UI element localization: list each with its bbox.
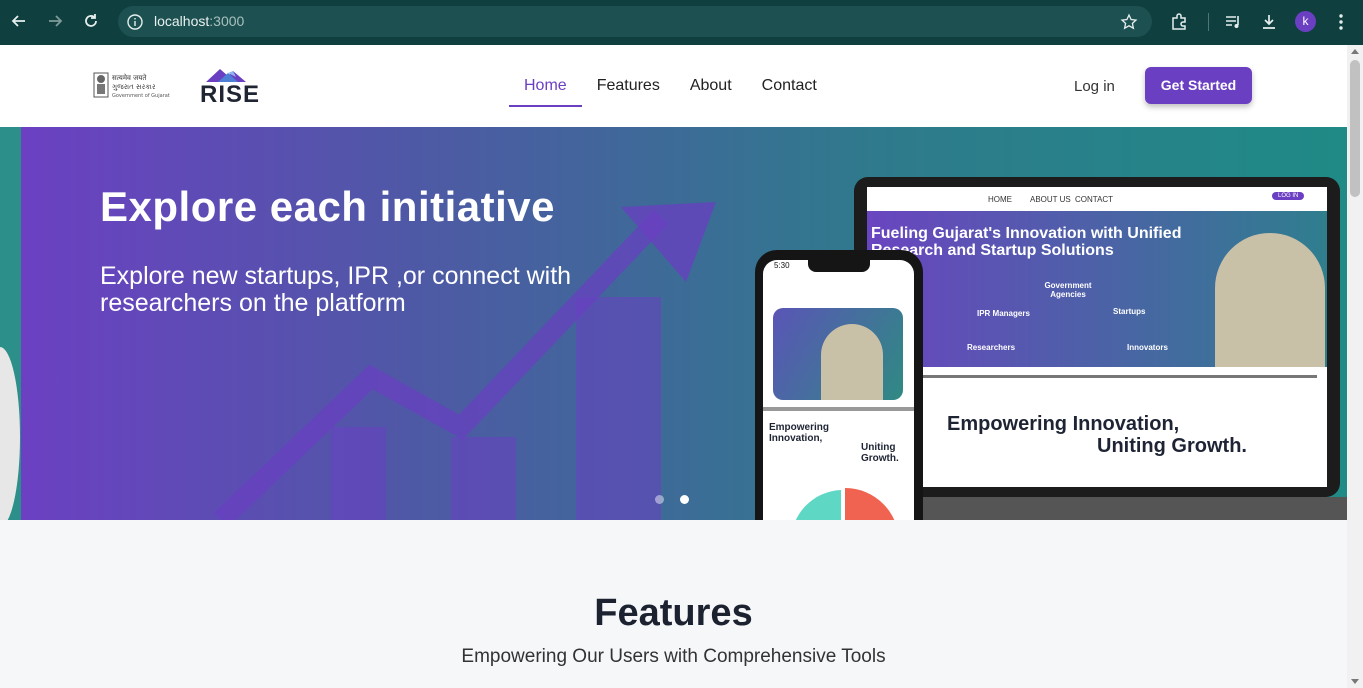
laptop-mock-hero: Fueling Gujarat's Innovation with Unifie… — [867, 211, 1327, 367]
phone-pie-chart-graphic — [795, 488, 895, 520]
rise-logo[interactable]: RISE — [198, 65, 266, 108]
scroll-up-arrow-icon[interactable] — [1351, 49, 1359, 54]
site-header: सत्यमेव जयते ગુજરાત સરકાર Government of … — [0, 45, 1347, 127]
phone-mockup-image: 5:30 Empowering Innovation, Uniting Grow… — [755, 250, 923, 520]
nav-contact[interactable]: Contact — [747, 45, 832, 107]
scrollbar-thumb[interactable] — [1350, 60, 1360, 197]
carousel-dot-1[interactable] — [655, 495, 664, 504]
page-viewport: सत्यमेव जयते ગુજરાત સરકાર Government of … — [0, 45, 1347, 688]
laptop-login-badge: LOG IN — [1272, 192, 1305, 200]
hero-title: Explore each initiative — [100, 183, 556, 230]
previous-slide-peek — [0, 127, 21, 520]
phone-time: 5:30 — [774, 261, 790, 270]
phone-hero-image — [773, 308, 903, 400]
features-title: Features — [594, 592, 753, 634]
features-section: Features Empowering Our Users with Compr… — [0, 520, 1347, 688]
carousel-indicators — [655, 495, 689, 504]
phone-tagline-1: Empowering Innovation, — [769, 422, 830, 444]
laptop-nav-home: HOME — [988, 195, 1012, 204]
label-researchers: Researchers — [967, 343, 1016, 352]
login-link[interactable]: Log in — [1074, 78, 1115, 95]
hero-subtitle: Explore new startups, IPR ,or connect wi… — [100, 262, 572, 317]
portrait-photo — [1215, 233, 1325, 367]
toolbar-separator — [1208, 13, 1209, 31]
site-info-icon[interactable] — [126, 13, 144, 31]
extensions-icon[interactable] — [1168, 11, 1190, 33]
laptop-headline: Fueling Gujarat's Innovation with Unifie… — [871, 225, 1182, 259]
download-icon[interactable] — [1258, 11, 1280, 33]
menu-kebab-icon[interactable] — [1330, 11, 1352, 33]
profile-avatar[interactable]: k — [1295, 11, 1316, 32]
back-icon[interactable] — [7, 9, 31, 33]
url-text: localhost:3000 — [154, 13, 245, 29]
get-started-button[interactable]: Get Started — [1145, 67, 1252, 104]
laptop-tagline-2: Uniting Growth. — [1097, 435, 1247, 457]
reload-icon[interactable] — [79, 9, 103, 33]
nav-about[interactable]: About — [675, 45, 747, 107]
laptop-mock-tagline: Empowering Innovation, Uniting Growth. — [867, 367, 1327, 487]
carousel-dot-2[interactable] — [680, 495, 689, 504]
government-of-gujarat-logo[interactable]: सत्यमेव जयते ગુજરાત સરકાર Government of … — [92, 70, 172, 100]
laptop-tagline-1: Empowering Innovation, — [947, 413, 1180, 435]
rise-wordmark: RISE — [200, 81, 261, 108]
nav-home[interactable]: Home — [509, 45, 582, 107]
bookmark-star-icon[interactable] — [1120, 13, 1138, 36]
forward-icon[interactable] — [43, 9, 67, 33]
phone-tagline-2: Uniting Growth. — [861, 442, 899, 464]
label-government-agencies: Government Agencies — [1044, 281, 1092, 299]
laptop-mock-nav: HOME ABOUT US CONTACT LOG IN — [867, 187, 1327, 211]
hero-carousel: Explore each initiative Explore new star… — [0, 127, 1347, 520]
laptop-keyboard — [880, 497, 1347, 520]
media-control-icon[interactable] — [1222, 11, 1244, 33]
page-scrollbar[interactable] — [1347, 45, 1363, 688]
label-ipr-managers: IPR Managers — [977, 309, 1030, 318]
browser-toolbar: localhost:3000 k — [0, 0, 1363, 45]
scroll-down-arrow-icon[interactable] — [1351, 679, 1359, 684]
svg-text:Government of Gujarat: Government of Gujarat — [112, 93, 170, 99]
features-subtitle: Empowering Our Users with Comprehensive … — [461, 646, 886, 667]
address-bar[interactable]: localhost:3000 — [118, 6, 1152, 37]
laptop-nav-contact: CONTACT — [1075, 195, 1114, 204]
label-startups: Startups — [1113, 307, 1146, 316]
svg-text:सत्यमेव जयते: सत्यमेव जयते — [112, 73, 147, 82]
label-innovators: Innovators — [1127, 343, 1168, 352]
nav-features[interactable]: Features — [582, 45, 675, 107]
laptop-nav-about: ABOUT US — [1030, 195, 1071, 204]
gov-emblem-graphic: सत्यमेव जयते ગુજરાત સરકાર Government of … — [93, 72, 170, 99]
main-nav: Home Features About Contact — [509, 45, 832, 127]
laptop-mockup-image: HOME ABOUT US CONTACT LOG IN Fueling Guj… — [854, 177, 1340, 497]
svg-text:ગુજરાત સરકાર: ગુજરાત સરકાર — [112, 83, 156, 91]
